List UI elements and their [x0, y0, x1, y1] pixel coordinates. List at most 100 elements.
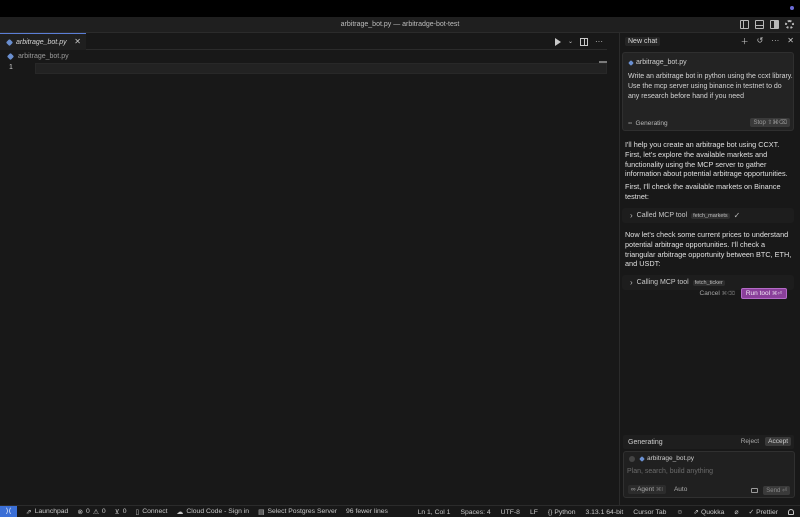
more-actions-icon[interactable]: ··· — [595, 37, 603, 46]
run-tool-shortcut: ⌘⏎ — [771, 291, 782, 297]
prettier-label: Prettier — [756, 509, 778, 516]
tool-call-fetch-markets[interactable]: › Called MCP tool fetch_markets ✓ — [622, 208, 794, 223]
cancel-label: Cancel — [699, 290, 720, 297]
settings-gear-icon[interactable] — [785, 20, 794, 29]
warning-count: 0 — [101, 508, 106, 515]
stop-shortcut: ⇧⌘⌫ — [767, 120, 787, 126]
generating-bar-actions: Reject Accept — [739, 437, 791, 446]
assistant-paragraph-2: First, I'll check the available markets … — [625, 182, 781, 201]
check-double-icon: ✓ — [748, 509, 755, 516]
minimap[interactable] — [599, 61, 607, 63]
window-title: arbitrage_bot.py — arbitradge-bot-test — [340, 21, 460, 28]
problems-item[interactable]: ⊗ 0 ⚠ 0 — [77, 508, 105, 516]
toggle-secondary-sidebar-icon[interactable] — [770, 20, 779, 29]
database-icon: ▤ — [258, 508, 265, 516]
error-count: 0 — [86, 508, 90, 515]
stop-button[interactable]: Stop ⇧⌘⌫ — [750, 118, 790, 127]
split-editor-icon[interactable] — [580, 37, 588, 46]
model-selector[interactable]: Auto — [674, 486, 687, 493]
launchpad-label: Launchpad — [34, 508, 69, 515]
cloud-code-item[interactable]: ☁ Cloud Code - Sign in — [177, 508, 250, 516]
breadcrumb[interactable]: arbitrage_bot.py — [6, 52, 69, 61]
chat-header-actions: ＋ ↺ ··· ✕ — [741, 36, 794, 47]
context-file-name: arbitrage_bot.py — [636, 59, 687, 66]
error-icon: ⊗ — [77, 508, 84, 516]
fewer-lines-label: 96 fewer lines — [346, 508, 388, 515]
close-panel-icon[interactable]: ✕ — [787, 36, 794, 47]
run-tool-label: Run tool — [745, 290, 771, 297]
python-file-icon — [5, 38, 14, 46]
cursor-position[interactable]: Ln 1, Col 1 — [418, 509, 451, 516]
breadcrumb-file[interactable]: arbitrage_bot.py — [18, 53, 69, 60]
toggle-primary-sidebar-icon[interactable] — [740, 20, 749, 29]
postgres-label: Select Postgres Server — [267, 508, 337, 515]
accept-button[interactable]: Accept — [765, 437, 791, 446]
connect-icon: ▯ — [135, 508, 140, 516]
loading-dots-icon: ··· — [628, 119, 632, 127]
assistant-paragraph-3: Now let's check some current prices to u… — [625, 230, 792, 269]
image-attach-icon[interactable] — [751, 488, 758, 493]
chat-title-tab[interactable]: New chat — [625, 37, 661, 46]
more-options-icon[interactable]: ··· — [771, 36, 779, 47]
mode-selector[interactable]: ∞ Agent ⌘I — [628, 484, 666, 494]
user-message-line-1: Write an arbitrage bot in python using t… — [628, 73, 793, 80]
cancel-tool-button[interactable]: Cancel ⌘⌫ — [700, 290, 735, 297]
infinity-icon: ∞ — [631, 485, 636, 493]
new-chat-plus-icon[interactable]: ＋ — [741, 36, 749, 47]
composer-context-chip[interactable]: arbitrage_bot.py — [639, 455, 694, 462]
run-dropdown-chevron-icon[interactable]: ⌄ — [568, 38, 573, 45]
no-bell-icon[interactable]: ⌀ — [734, 508, 738, 516]
context-file-chip[interactable]: arbitrage_bot.py — [628, 59, 687, 66]
run-file-icon[interactable] — [554, 37, 561, 46]
tab-arbitrage-bot[interactable]: arbitrage_bot.py ✕ — [0, 33, 86, 50]
reject-button[interactable]: Reject — [739, 437, 761, 446]
editor-tabs: arbitrage_bot.py ✕ ⌄ ··· — [0, 33, 607, 50]
toggle-panel-icon[interactable] — [755, 20, 764, 29]
prettier-item[interactable]: ✓ Prettier — [748, 508, 778, 516]
copilot-icon[interactable]: ☺ — [676, 509, 683, 516]
current-line-highlight[interactable] — [35, 63, 607, 74]
check-icon: ✓ — [733, 211, 741, 220]
fewer-lines-item[interactable]: 96 fewer lines — [346, 508, 388, 515]
chat-composer[interactable]: arbitrage_bot.py Plan, search, build any… — [623, 451, 795, 498]
user-message-text: Write an arbitrage bot in python using t… — [628, 72, 793, 102]
notification-dot — [790, 6, 794, 10]
notifications-bell-icon[interactable] — [788, 509, 794, 515]
history-icon[interactable]: ↺ — [757, 36, 764, 47]
postgres-item[interactable]: ▤ Select Postgres Server — [258, 508, 337, 516]
composer-context-file: arbitrage_bot.py — [647, 455, 694, 462]
language-label: Python — [554, 508, 576, 516]
cloud-icon: ☁ — [176, 508, 184, 516]
run-tool-button[interactable]: Run tool ⌘⏎ — [740, 288, 787, 299]
language-mode[interactable]: {} Python — [548, 509, 576, 516]
tool-approval-actions: Cancel ⌘⌫ Run tool ⌘⏎ — [700, 288, 787, 299]
rocket-icon: ⇗ — [26, 508, 32, 516]
composer-input[interactable]: Plan, search, build anything — [627, 468, 713, 475]
status-bar: ⟩⟨ ⇗ Launchpad ⊗ 0 ⚠ 0 ⊻ 0 ▯ Connect ☁ C… — [0, 505, 800, 517]
cancel-shortcut: ⌘⌫ — [721, 291, 735, 297]
ports-item[interactable]: ⊻ 0 — [115, 508, 127, 516]
quokka-item[interactable]: ⇗ Quokka — [693, 508, 724, 516]
line-number: 1 — [9, 64, 13, 71]
ports-icon: ⊻ — [114, 508, 120, 516]
launchpad-item[interactable]: ⇗ Launchpad — [26, 508, 68, 516]
connect-item[interactable]: ▯ Connect — [135, 508, 167, 516]
status-bar-right: Ln 1, Col 1 Spaces: 4 UTF-8 LF {} Python… — [418, 506, 794, 517]
user-message[interactable]: arbitrage_bot.py Write an arbitrage bot … — [622, 52, 794, 131]
tool-name-chip: fetch_ticker — [692, 279, 725, 286]
chevron-right-icon: › — [630, 211, 633, 220]
assistant-paragraph-1: I'll help you create an arbitrage bot us… — [625, 140, 788, 179]
cursor-tab[interactable]: Cursor Tab — [633, 509, 666, 516]
send-button[interactable]: Send ⏎ — [763, 486, 790, 495]
editor-area: arbitrage_bot.py ✕ ⌄ ··· arbitrage_bot.p… — [0, 33, 607, 505]
close-tab-icon[interactable]: ✕ — [74, 37, 81, 46]
remote-indicator-icon[interactable]: ⟩⟨ — [0, 505, 17, 517]
connect-label: Connect — [142, 508, 168, 515]
add-context-icon[interactable] — [629, 456, 635, 462]
python-interpreter[interactable]: 3.13.1 64-bit — [585, 509, 623, 516]
quokka-label: Quokka — [700, 509, 725, 516]
indentation[interactable]: Spaces: 4 — [460, 509, 490, 516]
python-file-icon — [639, 455, 645, 462]
end-of-line[interactable]: LF — [530, 509, 538, 516]
encoding[interactable]: UTF-8 — [501, 509, 520, 516]
